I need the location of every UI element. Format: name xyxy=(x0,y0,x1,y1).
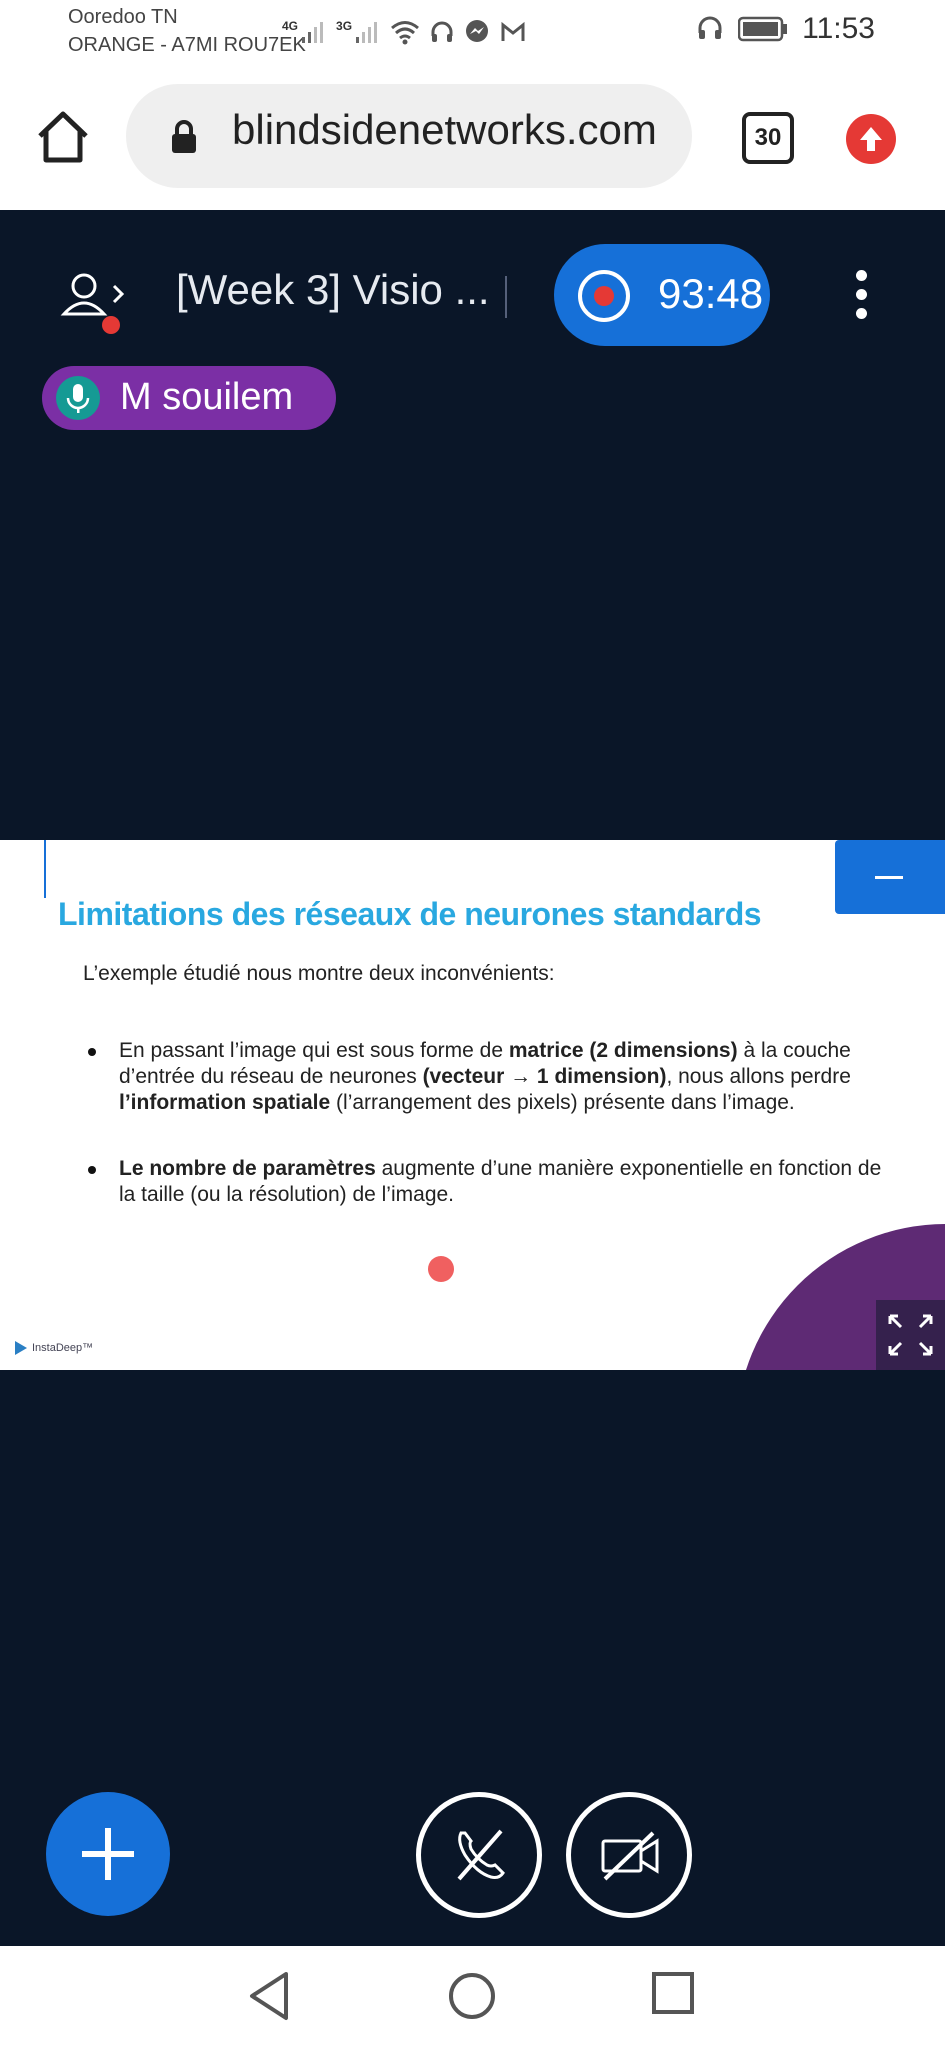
actions-button[interactable] xyxy=(46,1792,170,1916)
browser-toolbar: blindsidenetworks.com 30 xyxy=(0,72,945,210)
carrier-name-1: Ooredoo TN xyxy=(68,6,178,28)
play-logo-icon xyxy=(15,1341,27,1355)
presenter-pointer xyxy=(428,1256,454,1282)
address-bar[interactable]: blindsidenetworks.com xyxy=(126,84,692,188)
wifi-icon xyxy=(391,21,419,45)
share-webcam-button[interactable] xyxy=(566,1792,692,1918)
recording-button[interactable]: 93:48 xyxy=(554,244,770,346)
slide-intro: L’exemple étudié nous montre deux inconv… xyxy=(83,962,555,985)
notification-dot xyxy=(102,316,120,334)
signal-3g-icon: 3G xyxy=(336,19,380,45)
network-type-2: 3G xyxy=(336,19,353,33)
battery-icon xyxy=(738,16,788,42)
video-off-icon xyxy=(601,1831,659,1881)
phone-off-icon xyxy=(457,1829,505,1881)
bullet-list: En passant l’image qui est sous forme de… xyxy=(88,1038,898,1248)
logo-text: InstaDeep™ xyxy=(32,1342,94,1354)
microphone-icon xyxy=(56,376,100,420)
bullet-item: Le nombre de paramètres augmente d’une m… xyxy=(88,1156,898,1208)
url-text: blindsidenetworks.com xyxy=(232,106,657,153)
arrow-up-icon xyxy=(860,127,882,151)
recents-icon[interactable] xyxy=(650,1970,696,2016)
clock: 11:53 xyxy=(802,12,875,45)
system-nav-bar xyxy=(0,1946,945,2048)
record-icon xyxy=(578,270,630,322)
headphones-icon xyxy=(431,21,453,42)
status-right: 11:53 xyxy=(696,12,875,46)
bullet-item: En passant l’image qui est sous forme de… xyxy=(88,1038,898,1116)
home-circle-icon[interactable] xyxy=(446,1970,498,2022)
text-cursor xyxy=(44,840,46,898)
presentation-slide: Limitations des réseaux de neurones stan… xyxy=(0,840,945,1370)
gmail-icon xyxy=(501,21,525,41)
talking-indicator: M souilem xyxy=(42,366,336,430)
fullscreen-icon xyxy=(888,1314,933,1356)
update-button[interactable] xyxy=(846,114,896,164)
meeting-header: [Week 3] Visio ... 93:48 M souilem xyxy=(0,210,945,840)
recording-timer: 93:48 xyxy=(658,270,764,317)
status-bar: Ooredoo TN ORANGE - A7MI ROU7EK 4G 3G 11… xyxy=(0,0,945,72)
signal-4g-icon: 4G xyxy=(282,19,326,45)
network-type-1: 4G xyxy=(282,19,299,33)
back-icon[interactable] xyxy=(246,1970,292,2022)
status-icons: 4G 3G xyxy=(282,14,526,50)
minus-icon xyxy=(875,876,903,879)
minimize-presentation-button[interactable] xyxy=(835,840,945,914)
leave-audio-button[interactable] xyxy=(416,1792,542,1918)
fullscreen-button[interactable] xyxy=(876,1300,945,1370)
meeting-title: [Week 3] Visio ... xyxy=(176,266,490,313)
lock-icon xyxy=(172,120,196,153)
messenger-icon xyxy=(466,20,489,42)
divider xyxy=(505,276,507,318)
more-options-icon[interactable] xyxy=(854,270,868,330)
tab-count-button[interactable]: 30 xyxy=(742,112,794,164)
plus-icon xyxy=(82,1828,134,1880)
record-dot xyxy=(594,286,614,306)
headset-icon xyxy=(698,16,722,39)
instadeep-logo: InstaDeep™ xyxy=(14,1340,93,1356)
talker-name: M souilem xyxy=(120,376,294,418)
carrier-name-2: ORANGE - A7MI ROU7EK xyxy=(68,34,306,56)
users-list-button[interactable] xyxy=(58,270,128,334)
home-icon[interactable] xyxy=(34,108,92,166)
slide-title: Limitations des réseaux de neurones stan… xyxy=(58,896,762,932)
